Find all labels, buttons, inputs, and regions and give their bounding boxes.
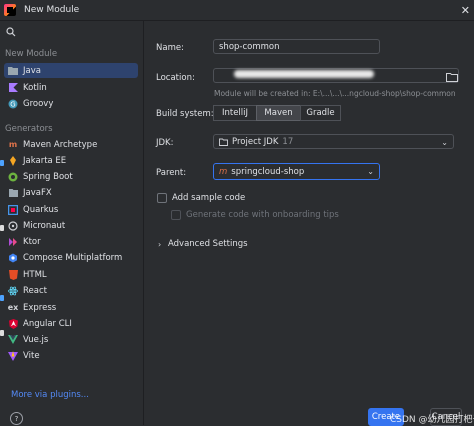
- javafx-icon: [8, 188, 18, 198]
- chevron-right-icon[interactable]: ›: [158, 240, 161, 249]
- chevron-down-icon: ⌄: [367, 167, 374, 176]
- jdk-label: JDK:: [156, 138, 174, 148]
- jdk-folder-icon: [219, 138, 228, 146]
- vue-icon: [8, 335, 18, 345]
- jakarta-icon: [8, 155, 18, 166]
- onboarding-tips-checkbox[interactable]: [171, 210, 181, 220]
- kotlin-icon: [8, 83, 18, 93]
- advanced-settings-toggle[interactable]: Advanced Settings: [168, 239, 248, 249]
- build-system-maven[interactable]: Maven: [256, 105, 301, 121]
- build-system-selector: IntelliJ Maven Gradle: [213, 105, 341, 121]
- new-module-dialog: New Module ✕ New Module Java Kotlin G Gr…: [0, 0, 474, 426]
- build-system-intellij[interactable]: IntelliJ: [213, 105, 257, 121]
- location-label: Location:: [156, 73, 195, 83]
- build-system-gradle[interactable]: Gradle: [300, 105, 341, 121]
- sidebar-item-vite[interactable]: Vite: [4, 348, 138, 363]
- sidebar-item-java[interactable]: Java: [4, 63, 138, 78]
- jdk-select[interactable]: Project JDK 17 ⌄: [213, 134, 454, 149]
- sidebar-item-compose-multiplatform[interactable]: Compose Multiplatform: [4, 250, 138, 265]
- java-folder-icon: [8, 66, 18, 76]
- sidebar-item-micronaut[interactable]: Micronaut: [4, 218, 138, 233]
- sidebar-item-html[interactable]: HTML: [4, 267, 138, 282]
- sidebar-item-vuejs[interactable]: Vue.js: [4, 332, 138, 347]
- svg-text:G: G: [10, 100, 15, 108]
- ktor-icon: [8, 237, 18, 247]
- maven-icon: m: [219, 166, 228, 177]
- module-settings-panel: Name: shop-common Location: Module will …: [144, 21, 474, 426]
- section-generators: Generators: [5, 124, 53, 134]
- chevron-down-icon: ⌄: [441, 138, 448, 147]
- left-edge-artifacts: [0, 140, 5, 360]
- parent-label: Parent:: [156, 168, 187, 178]
- name-label: Name:: [156, 43, 184, 53]
- sidebar-item-groovy[interactable]: G Groovy: [4, 96, 138, 111]
- sidebar-item-angular-cli[interactable]: Angular CLI: [4, 316, 138, 331]
- spring-icon: [8, 172, 18, 182]
- maven-icon: m: [8, 139, 18, 149]
- micronaut-icon: [8, 220, 18, 231]
- redacted-path: [234, 70, 374, 78]
- more-via-plugins-link[interactable]: More via plugins...: [11, 390, 89, 400]
- html-icon: [8, 269, 18, 280]
- sidebar-item-jakarta-ee[interactable]: Jakarta EE: [4, 153, 138, 168]
- search-icon[interactable]: [6, 27, 16, 40]
- title-bar: New Module ✕: [0, 0, 474, 21]
- section-new-module: New Module: [5, 49, 58, 59]
- add-sample-code-checkbox[interactable]: [157, 193, 167, 203]
- groovy-icon: G: [8, 99, 18, 109]
- name-field[interactable]: shop-common: [213, 39, 380, 54]
- help-icon[interactable]: ?: [10, 412, 23, 425]
- location-hint: Module will be created in: E:\...\...\..…: [214, 89, 456, 98]
- folder-icon[interactable]: [446, 72, 460, 84]
- csdn-watermark: CSDN @幼儿园打杷子\: [390, 415, 474, 425]
- compose-icon: [8, 253, 18, 263]
- express-icon: ex: [7, 302, 19, 312]
- sidebar-item-javafx[interactable]: JavaFX: [4, 185, 138, 200]
- sidebar-item-kotlin[interactable]: Kotlin: [4, 80, 138, 95]
- onboarding-tips-label: Generate code with onboarding tips: [186, 210, 339, 220]
- intellij-logo-icon: [4, 4, 16, 16]
- window-controls: ✕: [461, 0, 470, 20]
- vite-icon: [8, 350, 18, 361]
- sidebar-item-express[interactable]: ex Express: [4, 300, 138, 315]
- close-icon[interactable]: ✕: [461, 4, 470, 17]
- sidebar: New Module Java Kotlin G Groovy Generato…: [0, 21, 144, 425]
- add-sample-code-label: Add sample code: [172, 193, 246, 203]
- sidebar-item-ktor[interactable]: Ktor: [4, 234, 138, 249]
- sidebar-item-quarkus[interactable]: Quarkus: [4, 202, 138, 217]
- sidebar-item-react[interactable]: React: [4, 283, 138, 298]
- sidebar-item-maven-archetype[interactable]: m Maven Archetype: [4, 137, 138, 152]
- window-title: New Module: [24, 5, 80, 15]
- build-system-label: Build system:: [156, 109, 214, 119]
- angular-icon: [8, 318, 18, 329]
- react-icon: [8, 286, 18, 296]
- quarkus-icon: [8, 204, 18, 215]
- sidebar-item-spring-boot[interactable]: Spring Boot: [4, 169, 138, 184]
- parent-select[interactable]: m springcloud-shop ⌄: [213, 163, 380, 180]
